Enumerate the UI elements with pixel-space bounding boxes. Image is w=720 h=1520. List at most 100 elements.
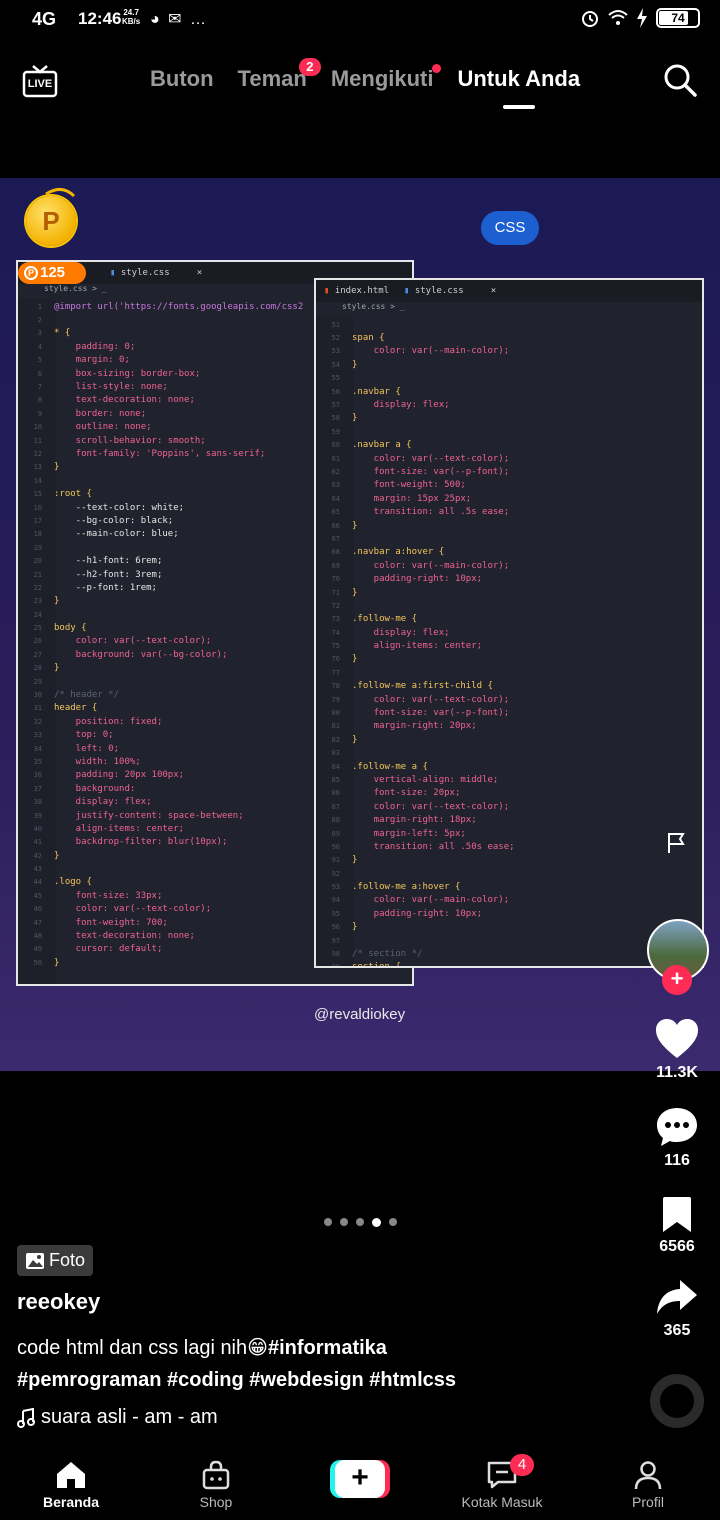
author-username[interactable]: reeokey [17, 1289, 100, 1315]
line-number: 29 [33, 677, 42, 686]
line-number: 86 [331, 789, 340, 798]
editor-tab-index-label: index.html [334, 286, 390, 296]
charging-icon [637, 8, 647, 28]
tab-untuk-anda[interactable]: Untuk Anda [457, 66, 580, 109]
code-text: margin-right: 18px; [352, 815, 477, 826]
line-number: 12 [33, 449, 42, 458]
code-text: vertical-align: middle; [352, 774, 499, 785]
line-number: 91 [331, 856, 340, 865]
share-count: 365 [663, 1322, 691, 1339]
code-text: background: var(--bg-color); [54, 649, 228, 660]
code-line: 85 vertical-align: middle; [326, 773, 696, 786]
code-text: } [352, 587, 358, 598]
code-text: header { [54, 703, 98, 714]
shopping-bag-icon [202, 1460, 230, 1490]
network-indicator: 4G [32, 9, 57, 29]
code-text: left: 0; [54, 743, 120, 754]
code-text: :root { [54, 489, 92, 500]
nav-inbox[interactable]: Kotak Masuk 4 [442, 1454, 562, 1510]
line-number: 53 [331, 347, 340, 356]
line-number: 46 [33, 905, 42, 914]
like-button[interactable]: 11.3K [637, 1018, 717, 1082]
search-icon[interactable] [662, 62, 698, 98]
code-text: color: var(--text-color); [352, 453, 510, 464]
points-value: 125 [40, 264, 66, 281]
line-number: 66 [331, 521, 340, 530]
follow-button[interactable]: + [662, 965, 692, 995]
line-number: 10 [33, 423, 42, 432]
live-button[interactable]: LIVE [22, 62, 58, 98]
hashtag-link[interactable]: #informatika [268, 1337, 387, 1359]
code-text: color: var(--main-color); [352, 560, 510, 571]
code-text: scroll-behavior: smooth; [54, 435, 206, 446]
line-number: 37 [33, 784, 42, 793]
code-line: 70 padding-right: 10px; [326, 572, 696, 585]
nav-shop[interactable]: Shop [156, 1460, 276, 1510]
line-number: 35 [33, 757, 42, 766]
code-text: font-size: 20px; [352, 788, 461, 799]
code-text: span { [352, 333, 385, 344]
tag-pill: CSS [481, 211, 539, 245]
line-number: 23 [33, 597, 42, 606]
code-line: 62 font-size: var(--p-font); [326, 465, 696, 478]
code-line: 73 .follow-me { [326, 613, 696, 626]
code-lines: 51 52 span {53 color: var(--main-color); 54… [326, 318, 696, 966]
code-text: * { [54, 328, 71, 339]
line-number: 80 [331, 709, 340, 718]
code-text: .navbar a { [352, 440, 412, 451]
code-text: .navbar a:hover { [352, 547, 445, 558]
post-image[interactable]: P CSS ▮ style.css × style.css > _ 1 @impo… [0, 178, 720, 1071]
code-line: 71} [326, 586, 696, 599]
battery-indicator: 74 [656, 8, 700, 28]
line-number: 81 [331, 722, 340, 731]
line-number: 99 [331, 963, 340, 968]
report-flag-icon[interactable] [665, 831, 689, 855]
share-button[interactable]: 365 [637, 1278, 717, 1340]
code-line: 81 margin-right: 20px; [326, 720, 696, 733]
tab-buton[interactable]: Buton [150, 66, 214, 92]
code-text: cursor: default; [54, 944, 163, 955]
image-pager [324, 1218, 397, 1227]
pager-dot-active [372, 1218, 381, 1227]
code-line: 95 padding-right: 10px; [326, 907, 696, 920]
points-badge[interactable]: P 125 [18, 262, 86, 284]
code-text: --p-font: 1rem; [54, 582, 157, 593]
nav-profile[interactable]: Profil [588, 1460, 708, 1510]
code-text: display: flex; [352, 627, 450, 638]
line-number: 34 [33, 744, 42, 753]
line-number: 8 [37, 396, 42, 405]
code-text: color: var(--main-color); [352, 895, 510, 906]
nav-shop-label: Shop [199, 1494, 233, 1510]
comment-count: 116 [664, 1152, 690, 1169]
line-number: 44 [33, 878, 42, 887]
tab-mengikuti[interactable]: Mengikuti [330, 64, 442, 92]
code-line: 74 display: flex; [326, 626, 696, 639]
music-disc-icon[interactable] [650, 1374, 704, 1428]
battery-level: 74 [671, 11, 685, 25]
save-button[interactable]: 6566 [637, 1196, 717, 1256]
tab-mengikuti-label: Mengikuti [330, 66, 434, 91]
line-number: 3 [37, 329, 42, 338]
code-line: 56 .navbar { [326, 385, 696, 398]
code-line: 96} [326, 921, 696, 934]
code-text: .logo { [54, 877, 92, 888]
line-number: 33 [33, 731, 42, 740]
code-line: 63 font-weight: 500; [326, 479, 696, 492]
nav-home[interactable]: Beranda [11, 1460, 131, 1510]
line-number: 16 [33, 503, 42, 512]
tab-teman[interactable]: Teman 2 [238, 58, 321, 92]
line-number: 58 [331, 414, 340, 423]
status-bar: 4G 12:46 24.7 KB/s ◕ ✉ … 74 [0, 0, 720, 40]
create-post-button[interactable]: + [330, 1460, 390, 1498]
hashtag-links[interactable]: #pemrograman #coding #webdesign #htmlcss [17, 1369, 456, 1391]
photo-type-badge: Foto [17, 1245, 94, 1276]
code-text: padding: 20px 100px; [54, 770, 185, 781]
code-text: padding: 0; [54, 341, 136, 352]
code-text: section { [352, 962, 401, 968]
line-number: 41 [33, 838, 42, 847]
line-number: 14 [33, 476, 42, 485]
alarm-icon [582, 11, 598, 27]
sound-link[interactable]: suara asli - am - am [17, 1406, 218, 1429]
comment-button[interactable]: 116 [637, 1106, 717, 1170]
line-number: 9 [37, 409, 42, 418]
